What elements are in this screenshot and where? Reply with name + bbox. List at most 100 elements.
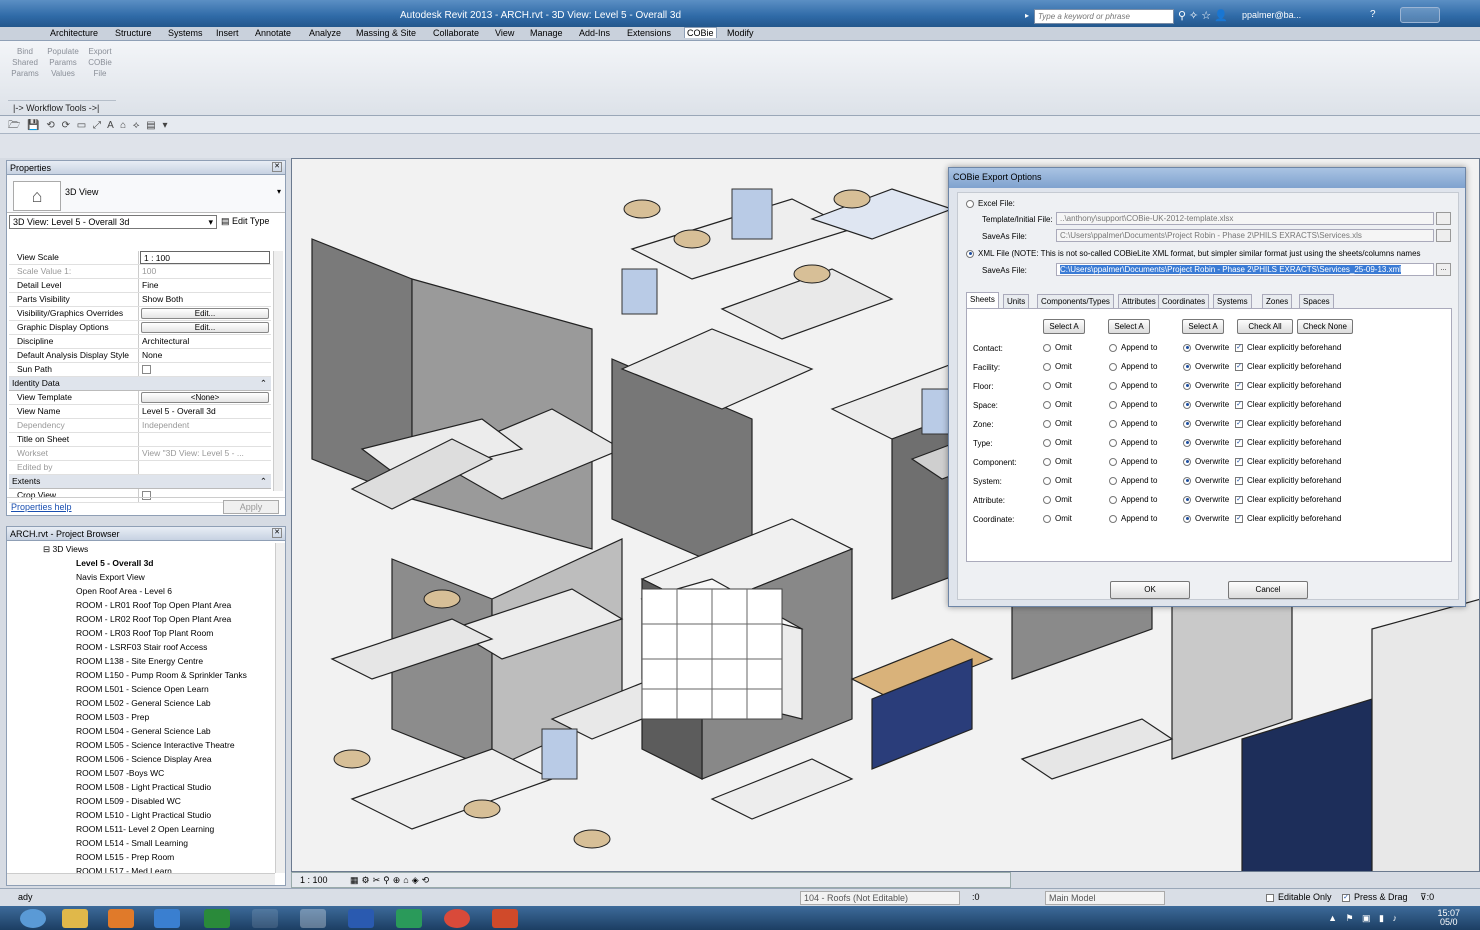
xml-file-radio[interactable]: XML File (NOTE: This is not so-called CO… — [966, 249, 1421, 258]
tree-node-view[interactable]: ROOM L509 - Disabled WC — [7, 795, 277, 809]
xml-saveas-input[interactable]: C:\Users\ppalmer\Documents\Project Robin… — [1056, 263, 1434, 276]
property-section-header[interactable]: Extents ⌃ — [9, 475, 271, 489]
append-radio[interactable]: Append to — [1109, 400, 1157, 409]
chrome-icon[interactable] — [444, 909, 470, 928]
overwrite-radio[interactable]: Overwrite — [1183, 476, 1229, 485]
tab-collaborate[interactable]: Collaborate — [431, 28, 481, 38]
omit-radio[interactable]: Omit — [1043, 419, 1072, 428]
tab-add-ins[interactable]: Add-Ins — [577, 28, 612, 38]
view-instance-dropdown[interactable]: 3D View: Level 5 - Overall 3d ▾ — [9, 215, 217, 229]
search-expand-icon[interactable]: ▸ — [1025, 11, 1029, 20]
tab-systems[interactable]: Systems — [166, 28, 205, 38]
overwrite-radio[interactable]: Overwrite — [1183, 419, 1229, 428]
property-value[interactable]: Show Both — [139, 293, 271, 306]
window-controls[interactable] — [1400, 7, 1440, 23]
outlook-icon[interactable] — [108, 909, 134, 928]
clear-beforehand-checkbox[interactable]: ✓ Clear explicitly beforehand — [1235, 381, 1341, 390]
dialog-tab-coordinates[interactable]: Coordinates — [1158, 294, 1210, 308]
excel-file-radio[interactable]: Excel File: — [966, 199, 1015, 208]
start-button[interactable] — [20, 909, 46, 928]
tree-node-view[interactable]: ROOM L138 - Site Energy Centre — [7, 655, 277, 669]
omit-radio[interactable]: Omit — [1043, 400, 1072, 409]
property-value[interactable]: None — [139, 349, 271, 362]
property-value-input[interactable]: 1 : 100 — [140, 251, 270, 264]
filter-icon[interactable]: ⊽:0 — [1420, 892, 1434, 903]
apply-button[interactable]: Apply — [223, 500, 279, 514]
tab-analyze[interactable]: Analyze — [307, 28, 343, 38]
tree-node-view[interactable]: ROOM L508 - Light Practical Studio — [7, 781, 277, 795]
close-icon[interactable]: ✕ — [272, 528, 282, 538]
app-icon[interactable] — [204, 909, 230, 928]
tree-node-view[interactable]: ROOM L150 - Pump Room & Sprinkler Tanks — [7, 669, 277, 683]
design-option-dropdown[interactable]: Main Model — [1045, 891, 1165, 905]
ok-button[interactable]: OK — [1110, 581, 1190, 599]
tab-architecture[interactable]: Architecture — [48, 28, 100, 38]
tree-node-view[interactable]: Navis Export View — [7, 571, 277, 585]
collapse-icon[interactable]: ⌃ — [260, 378, 267, 389]
infocenter-icons[interactable]: ⚲✧☆👤 — [1178, 9, 1231, 22]
properties-help-link[interactable]: Properties help — [11, 502, 72, 512]
tree-node-3d-views[interactable]: ⊟ 3D Views — [7, 543, 277, 557]
omit-radio[interactable]: Omit — [1043, 438, 1072, 447]
tab-view[interactable]: View — [493, 28, 516, 38]
property-edit-button[interactable]: Edit... — [141, 308, 269, 319]
overwrite-radio[interactable]: Overwrite — [1183, 400, 1229, 409]
clear-beforehand-checkbox[interactable]: ✓ Clear explicitly beforehand — [1235, 457, 1341, 466]
omit-radio[interactable]: Omit — [1043, 495, 1072, 504]
clear-beforehand-checkbox[interactable]: ✓ Clear explicitly beforehand — [1235, 400, 1341, 409]
tree-node-view[interactable]: ROOM L511- Level 2 Open Learning — [7, 823, 277, 837]
chevron-down-icon[interactable]: ▾ — [277, 187, 281, 196]
clear-beforehand-checkbox[interactable]: ✓ Clear explicitly beforehand — [1235, 419, 1341, 428]
omit-radio[interactable]: Omit — [1043, 343, 1072, 352]
tab-manage[interactable]: Manage — [528, 28, 565, 38]
dialog-tab-components-types[interactable]: Components/Types — [1037, 294, 1114, 308]
help-icon[interactable]: ? — [1370, 9, 1376, 20]
property-value[interactable] — [139, 461, 271, 474]
omit-radio[interactable]: Omit — [1043, 476, 1072, 485]
check-all-button[interactable]: Check All — [1237, 319, 1293, 334]
append-radio[interactable]: Append to — [1109, 457, 1157, 466]
property-value[interactable]: View "3D View: Level 5 - ... — [139, 447, 271, 460]
tree-node-view[interactable]: ROOM L507 -Boys WC — [7, 767, 277, 781]
system-tray-icons[interactable]: ▲ ⚑ ▣ ▮ ♪ — [1328, 913, 1400, 924]
search-input[interactable]: Type a keyword or phrase — [1034, 9, 1174, 24]
tree-node-view[interactable]: Open Roof Area - Level 6 — [7, 585, 277, 599]
append-radio[interactable]: Append to — [1109, 381, 1157, 390]
tree-node-view[interactable]: ROOM L503 - Prep — [7, 711, 277, 725]
clear-beforehand-checkbox[interactable]: ✓ Clear explicitly beforehand — [1235, 514, 1341, 523]
property-value[interactable]: Level 5 - Overall 3d — [139, 405, 271, 418]
clear-beforehand-checkbox[interactable]: ✓ Clear explicitly beforehand — [1235, 362, 1341, 371]
tree-node-view[interactable]: ROOM L506 - Science Display Area — [7, 753, 277, 767]
tree-node-view[interactable]: ROOM L502 - General Science Lab — [7, 697, 277, 711]
clock[interactable]: 15:07 05/0 — [1437, 909, 1460, 927]
select-all-omit-button[interactable]: Select A — [1043, 319, 1085, 334]
tab-modify[interactable]: Modify — [725, 28, 756, 38]
view-control-icons[interactable]: ▦⚙✂⚲⊕⌂◈⟲ — [350, 875, 432, 885]
omit-radio[interactable]: Omit — [1043, 514, 1072, 523]
append-radio[interactable]: Append to — [1109, 514, 1157, 523]
bind-shared-params-button[interactable]: Bind Shared Params — [10, 46, 40, 79]
dialog-tab-spaces[interactable]: Spaces — [1299, 294, 1334, 308]
export-cobie-file-button[interactable]: Export COBie File — [84, 46, 116, 79]
property-edit-button[interactable]: <None> — [141, 392, 269, 403]
select-all-overwrite-button[interactable]: Select A — [1182, 319, 1224, 334]
tree-node-view[interactable]: Level 5 - Overall 3d — [7, 557, 277, 571]
tab-insert[interactable]: Insert — [214, 28, 241, 38]
ie-icon[interactable] — [154, 909, 180, 928]
overwrite-radio[interactable]: Overwrite — [1183, 343, 1229, 352]
property-edit-button[interactable]: Edit... — [141, 322, 269, 333]
tab-structure[interactable]: Structure — [113, 28, 154, 38]
press-drag-toggle[interactable]: ✓ Press & Drag — [1342, 892, 1408, 902]
omit-radio[interactable]: Omit — [1043, 362, 1072, 371]
tab-annotate[interactable]: Annotate — [253, 28, 293, 38]
dialog-tab-sheets[interactable]: Sheets — [966, 292, 999, 308]
user-account[interactable]: ppalmer@ba... — [1242, 10, 1301, 20]
property-value[interactable]: Fine — [139, 279, 271, 292]
editable-only-toggle[interactable]: Editable Only — [1266, 892, 1332, 902]
workflow-tools-panel-title[interactable]: |-> Workflow Tools ->| — [8, 100, 116, 114]
property-value[interactable] — [139, 433, 271, 446]
overwrite-radio[interactable]: Overwrite — [1183, 457, 1229, 466]
property-value[interactable]: Architectural — [139, 335, 271, 348]
tab-extensions[interactable]: Extensions — [625, 28, 673, 38]
tree-node-view[interactable]: ROOM L514 - Small Learning — [7, 837, 277, 851]
